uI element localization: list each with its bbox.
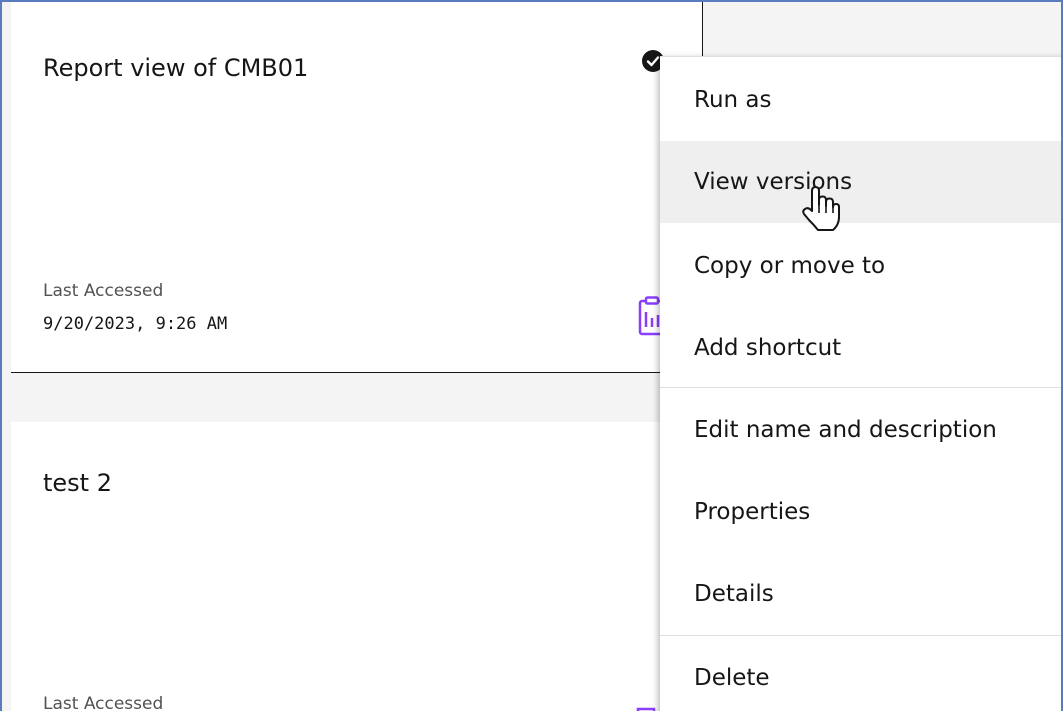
last-accessed-value: 9/20/2023, 9:26 AM [43,314,228,334]
divider [702,2,703,62]
menu-item-label: View versions [694,169,853,195]
header-strip [737,2,1061,58]
overflow-context-menu: Run as View versions Copy or move to Add… [660,56,1061,711]
content-panel: Report view of CMB01 Last Accessed 9/20/… [0,0,1063,711]
menu-item-copy-or-move[interactable]: Copy or move to [660,225,1061,307]
last-accessed-label: Last Accessed [43,281,164,301]
menu-item-label: Edit name and description [694,417,997,443]
menu-item-delete[interactable]: Delete [660,637,1061,711]
menu-item-label: Run as [694,87,772,113]
menu-item-label: Delete [694,665,770,691]
menu-item-add-shortcut[interactable]: Add shortcut [660,307,1061,389]
menu-item-details[interactable]: Details [660,553,1061,635]
menu-item-label: Copy or move to [694,253,886,279]
card-title[interactable]: test 2 [43,469,112,497]
menu-item-label: Properties [694,499,811,525]
content-card-test-2[interactable]: test 2 Last Accessed [11,422,702,711]
last-accessed-label: Last Accessed [43,694,164,711]
menu-item-label: Add shortcut [694,335,842,361]
menu-item-label: Details [694,581,774,607]
menu-item-properties[interactable]: Properties [660,471,1061,553]
card-title[interactable]: Report view of CMB01 [43,54,308,82]
menu-item-edit-name-description[interactable]: Edit name and description [660,389,1061,471]
menu-item-run-as[interactable]: Run as [660,59,1061,141]
report-clipboard-icon [636,702,656,711]
menu-separator [660,635,1061,636]
content-card-report-view[interactable]: Report view of CMB01 Last Accessed 9/20/… [11,2,702,373]
menu-item-view-versions[interactable]: View versions [660,141,1061,223]
menu-separator [660,387,1061,388]
